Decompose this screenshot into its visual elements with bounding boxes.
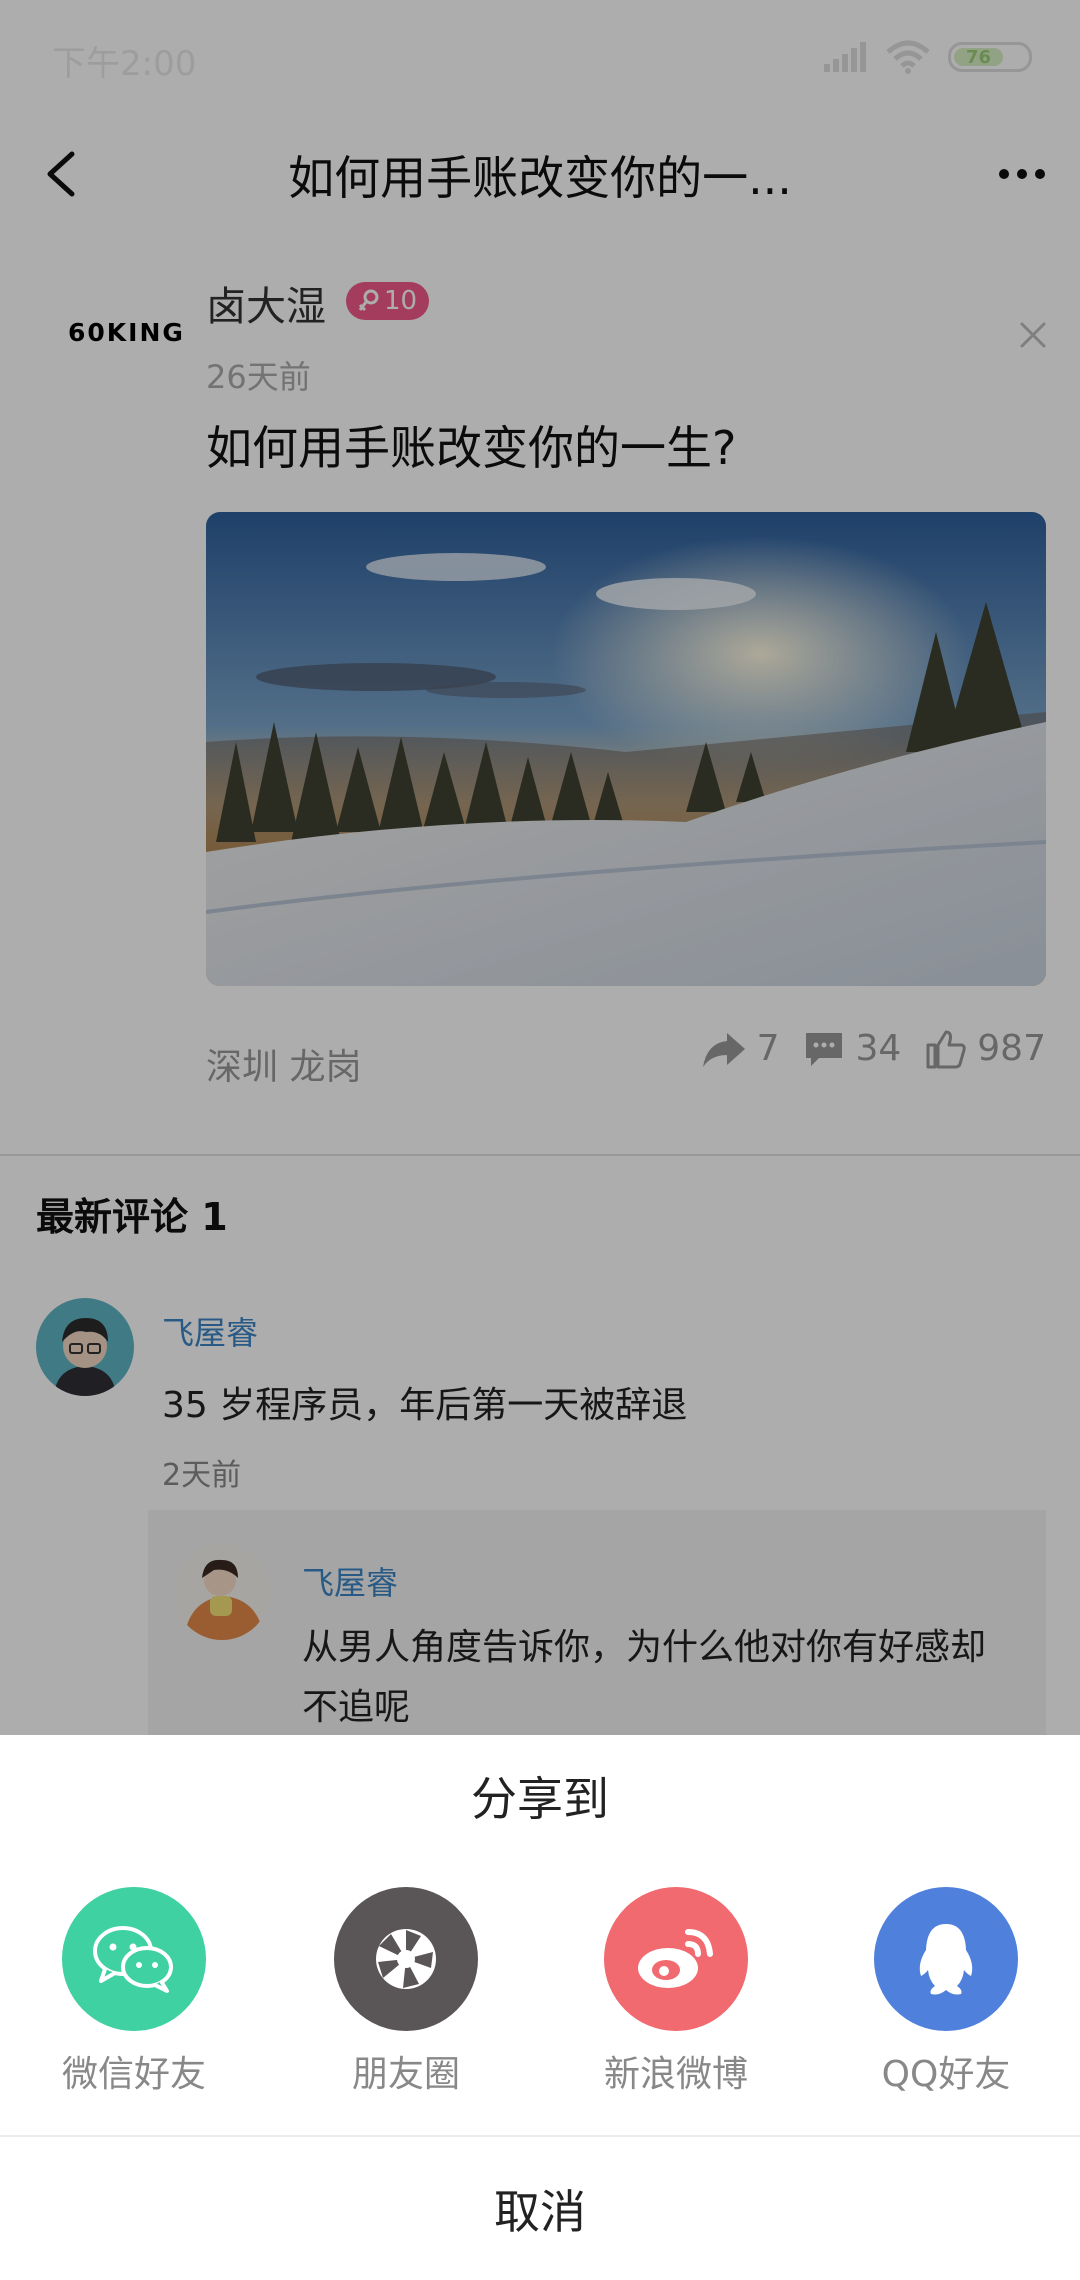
share-moments-label: 朋友圈 <box>351 2054 460 2095</box>
share-weibo-label: 新浪微博 <box>603 2054 748 2095</box>
share-qq-label: QQ好友 <box>881 2054 1011 2095</box>
qq-icon <box>874 1887 1018 2031</box>
moments-icon <box>334 1887 478 2031</box>
share-qq-button[interactable]: QQ好友 <box>836 1887 1056 2097</box>
share-weibo-button[interactable]: 新浪微博 <box>566 1887 786 2097</box>
share-wechat-button[interactable]: 微信好友 <box>24 1887 244 2097</box>
cancel-button[interactable]: 取消 <box>0 2137 1080 2280</box>
wechat-icon <box>62 1887 206 2031</box>
share-wechat-label: 微信好友 <box>61 2054 206 2095</box>
share-moments-button[interactable]: 朋友圈 <box>296 1887 516 2097</box>
modal-backdrop[interactable] <box>0 0 1080 1735</box>
share-sheet-title: 分享到 <box>471 1772 609 1826</box>
weibo-icon <box>604 1887 748 2031</box>
share-sheet: 分享到 微信好友 朋友圈 新浪微博 QQ好友 取消 <box>0 1735 1080 2280</box>
